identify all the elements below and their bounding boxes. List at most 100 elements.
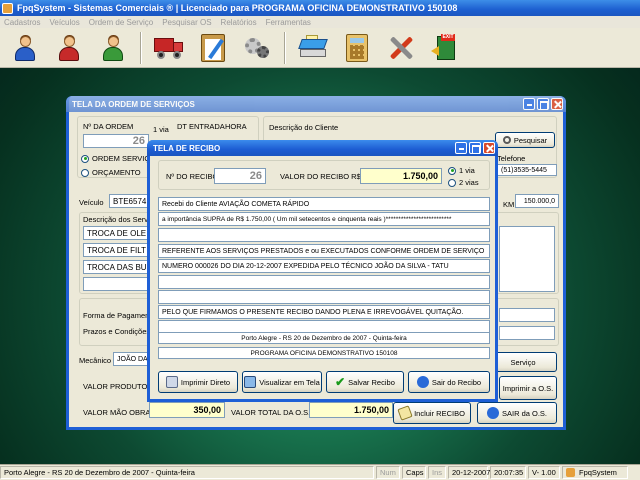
os-maximize-button[interactable] [537, 98, 549, 110]
sair-recibo-label: Sair do Recibo [431, 377, 482, 387]
pagamento-extra-field[interactable] [499, 308, 555, 322]
clipboard-icon [201, 33, 225, 62]
toolbar-veiculos-button[interactable] [152, 31, 186, 65]
menu-cadastros[interactable]: Cadastros [4, 18, 40, 27]
recibo-line-2[interactable]: a importância SUPRA de R$ 1.750,00 ( Um … [158, 212, 490, 226]
status-caps: Caps [402, 466, 426, 479]
pesquisar-button[interactable]: Pesquisar [495, 132, 555, 148]
radio-dot [448, 166, 456, 175]
toolbar-scanner-button[interactable] [296, 31, 330, 65]
servico-row-2[interactable]: TROCA DE FILT [83, 243, 157, 257]
exit-icon: EXIT [431, 33, 459, 62]
search-icon [502, 136, 511, 144]
status-version: V- 1.00 [528, 466, 560, 479]
valor-recibo-field[interactable]: 1.750,00 [360, 168, 442, 184]
receipt-icon [397, 405, 413, 421]
menu-ferramentas[interactable]: Ferramentas [266, 18, 311, 27]
radio-2-vias[interactable]: 2 vias [448, 178, 479, 187]
toolbar-ferramentas-button[interactable] [384, 31, 418, 65]
valor-mao-obra-label: VALOR MÃO OBRA [83, 408, 151, 417]
servico-row-1[interactable]: TROCA DE OLE [83, 226, 157, 240]
sair-recibo-button[interactable]: Sair do Recibo [408, 371, 490, 393]
menu-ordem-servico[interactable]: Ordem de Serviço [89, 18, 153, 27]
status-ins: Ins [428, 466, 446, 479]
prazos-extra-field[interactable] [499, 326, 555, 340]
km-field[interactable]: 150.000,0 [515, 194, 559, 208]
menu-relatorios[interactable]: Relatórios [221, 18, 257, 27]
truck-icon [154, 36, 184, 60]
recibo-line-3[interactable] [158, 228, 490, 242]
incluir-recibo-button[interactable]: Incluir RECIBO [393, 402, 471, 424]
salvar-recibo-button[interactable]: ✔ Salvar Recibo [326, 371, 404, 393]
toolbar-ordem-button[interactable] [196, 31, 230, 65]
mecanico-field[interactable]: JOÃO DA S [113, 352, 151, 366]
os-close-button[interactable] [551, 98, 563, 110]
sair-os-button-label: SAIR da O.S. [501, 408, 548, 418]
gears-icon [243, 34, 271, 62]
status-date: 20-12-2007 [448, 466, 490, 479]
toolbar-clientes-button[interactable] [8, 31, 42, 65]
recibo-window-title: TELA DE RECIBO [153, 143, 221, 153]
recibo-line-10[interactable]: Porto Alegre - RS 20 de Dezembro de 2007… [158, 332, 490, 344]
tools-icon [387, 34, 415, 62]
toolbar-fornecedores-button[interactable] [52, 31, 86, 65]
radio-ordem-servico[interactable]: ORDEM SERVIÇO [81, 154, 156, 163]
radio-2-vias-label: 2 vias [459, 178, 479, 187]
visualizar-tela-button[interactable]: Visualizar em Tela [242, 371, 322, 393]
imprimir-direto-button[interactable]: Imprimir Direto [158, 371, 238, 393]
person-red-icon [56, 34, 82, 62]
checkmark-icon: ✔ [335, 375, 346, 389]
hora-label: HORA [225, 122, 247, 131]
radio-dot [81, 168, 89, 177]
radio-1-via-label: 1 via [459, 166, 475, 175]
recibo-line-7[interactable] [158, 290, 490, 304]
incluir-recibo-button-label: Incluir RECIBO [414, 408, 465, 418]
recibo-line-6[interactable] [158, 275, 490, 289]
recibo-line-11[interactable]: PROGRAMA OFICINA DEMONSTRATIVO 150108 [158, 347, 490, 359]
toolbar-funcionarios-button[interactable] [96, 31, 130, 65]
km-label: KM [503, 200, 515, 209]
recibo-maximize-button[interactable] [469, 142, 481, 154]
recibo-line-5[interactable]: NUMERO 000026 DO DIA 20-12-2007 EXPEDIDA… [158, 259, 490, 273]
valor-total-field[interactable]: 1.750,00 [309, 402, 393, 418]
toolbar-sair-button[interactable]: EXIT [428, 31, 462, 65]
nro-recibo-field[interactable]: 26 [214, 168, 266, 184]
recibo-line-4[interactable]: REFERENTE AOS SERVIÇOS PRESTADOS e ou EX… [158, 244, 490, 258]
servicos-extra-field[interactable] [499, 226, 555, 292]
recibo-close-button[interactable] [483, 142, 495, 154]
radio-orcamento[interactable]: ORÇAMENTO [81, 168, 141, 177]
imprimir-direto-label: Imprimir Direto [180, 377, 231, 387]
app-icon [2, 2, 13, 14]
imprimir-os-button[interactable]: Imprimir a O.S. [499, 376, 557, 400]
os-minimize-button[interactable] [523, 98, 535, 110]
recibo-line-8[interactable]: PELO QUE FIRMAMOS O PRESENTE RECIBO DAND… [158, 305, 490, 319]
status-time: 20:07:35 [490, 466, 526, 479]
app-icon [566, 468, 575, 477]
app-titlebar: FpqSystem - Sistemas Comerciais ® | Lice… [0, 0, 640, 16]
valor-total-label: VALOR TOTAL DA O.S. [231, 408, 311, 417]
radio-1-via[interactable]: 1 via [448, 166, 475, 175]
exit-arrow-icon [416, 376, 429, 388]
recibo-minimize-button[interactable] [455, 142, 467, 154]
desc-cliente-label: Descrição do Cliente [269, 123, 339, 132]
telefone-field[interactable]: (51)3535-5445 [497, 164, 557, 176]
printer-icon [165, 376, 178, 388]
valor-mao-obra-field[interactable]: 350,00 [149, 402, 225, 418]
person-green-icon [100, 34, 126, 62]
recibo-line-1[interactable]: Recebi do Cliente AVIAÇÃO COMETA RÁPIDO [158, 197, 490, 211]
radio-dot [448, 178, 456, 187]
nro-ordem-field[interactable]: 26 [83, 134, 149, 148]
sair-os-button[interactable]: SAIR da O.S. [477, 402, 557, 424]
menu-veiculos[interactable]: Veículos [49, 18, 79, 27]
valor-recibo-label: VALOR DO RECIBO R$ [280, 172, 361, 181]
status-app: FpqSystem [562, 466, 628, 479]
statusbar: Porto Alegre - RS 20 de Dezembro de 2007… [0, 464, 640, 480]
salvar-recibo-label: Salvar Recibo [348, 377, 395, 387]
servico-button[interactable]: Serviço [489, 352, 557, 372]
servico-row-3[interactable]: TROCA DAS BU [83, 260, 157, 274]
menu-pesquisar-os[interactable]: Pesquisar OS [162, 18, 211, 27]
visualizar-tela-label: Visualizar em Tela [259, 377, 320, 387]
toolbar-servicos-button[interactable] [240, 31, 274, 65]
servico-row-4[interactable] [83, 277, 157, 291]
toolbar-calculadora-button[interactable] [340, 31, 374, 65]
